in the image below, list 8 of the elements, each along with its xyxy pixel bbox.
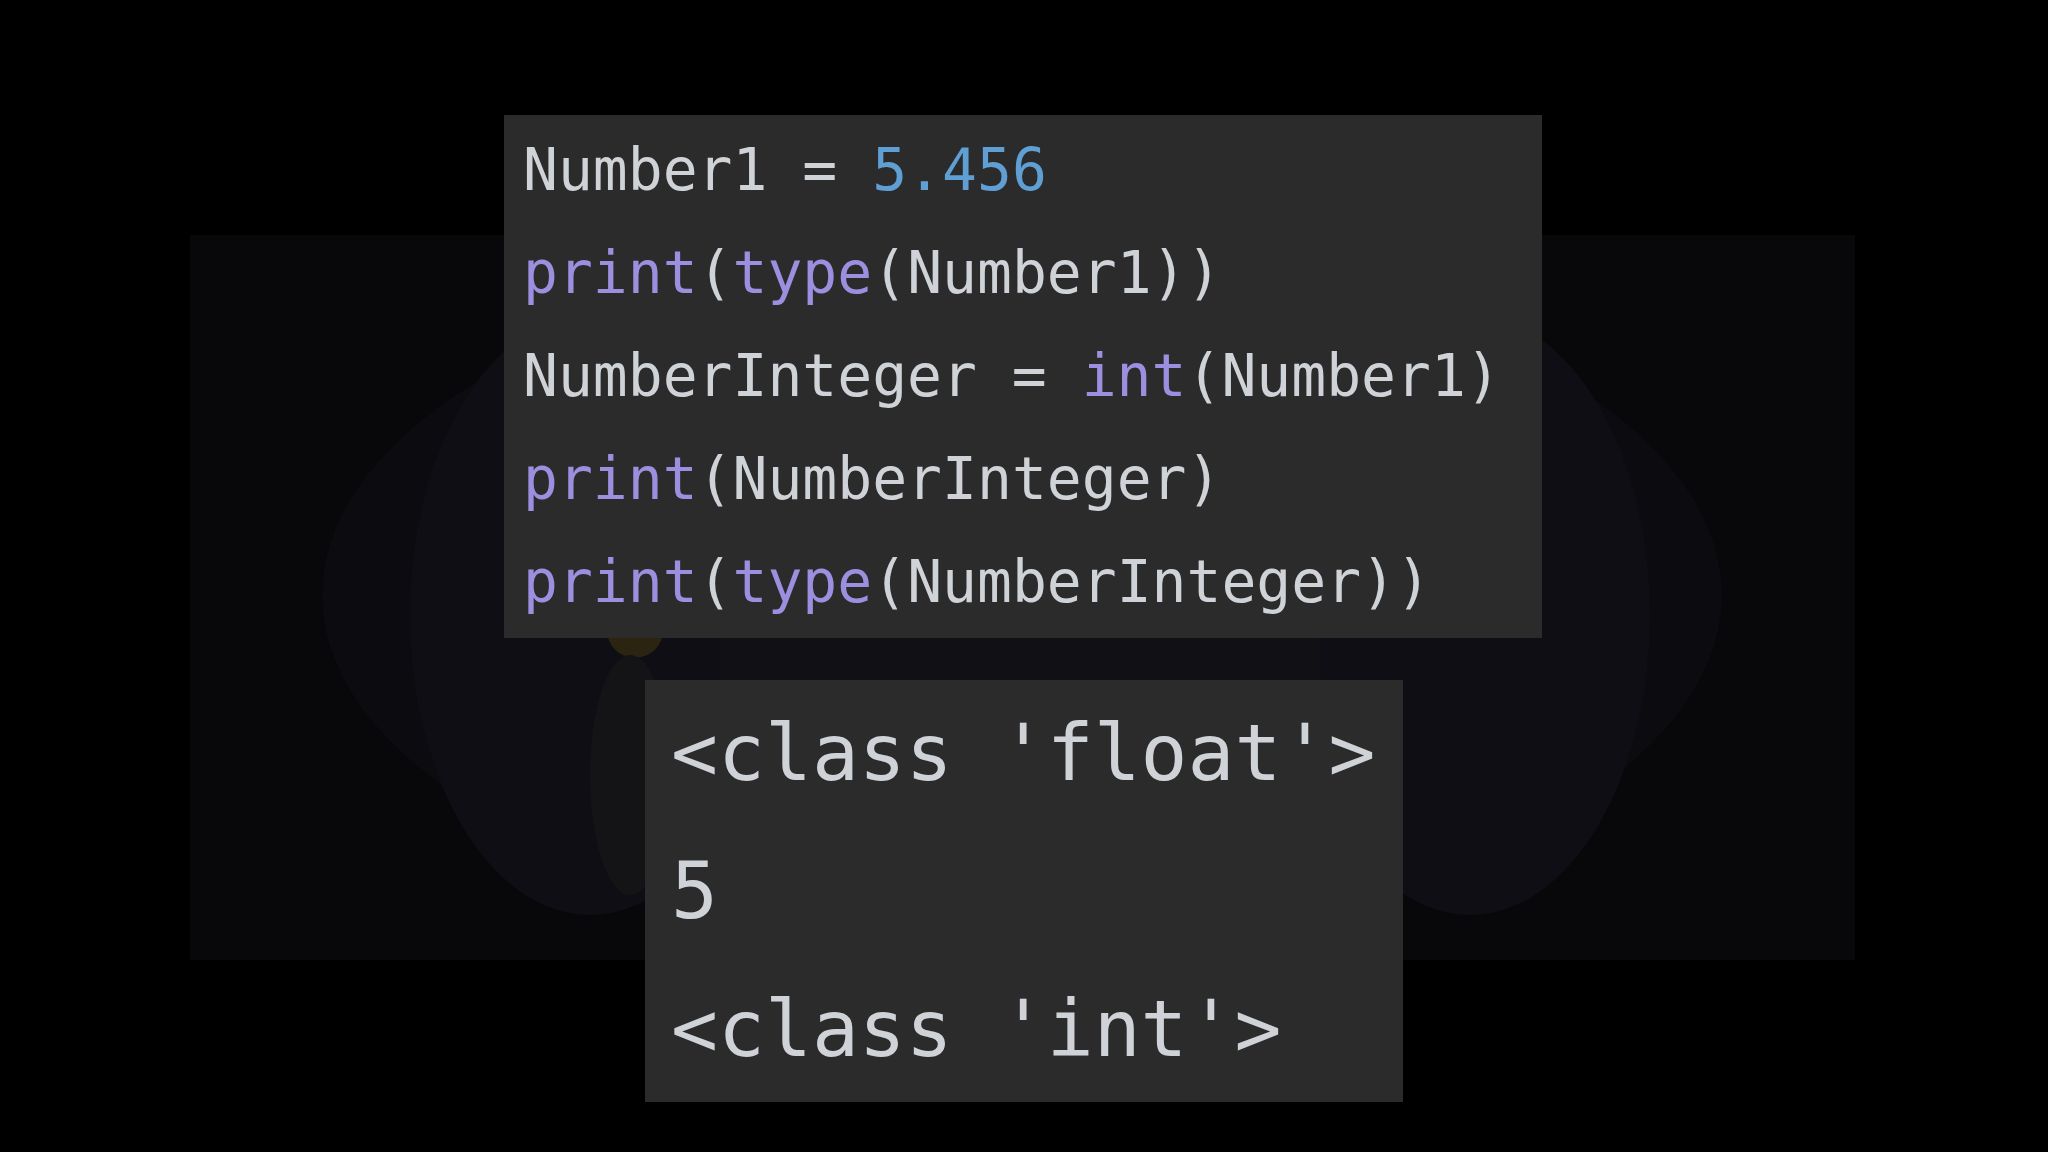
code-line: NumberInteger = int(Number1) (523, 341, 1501, 412)
code-line: print(type(NumberInteger)) (523, 547, 1431, 618)
code-line: print(NumberInteger) (523, 444, 1222, 515)
output-line: 5 (671, 845, 718, 938)
output-line: <class 'int'> (671, 983, 1282, 1076)
code-line: Number1 = 5.456 (523, 135, 1047, 206)
output-line: <class 'float'> (671, 707, 1376, 800)
code-line: print(type(Number1)) (523, 238, 1222, 309)
